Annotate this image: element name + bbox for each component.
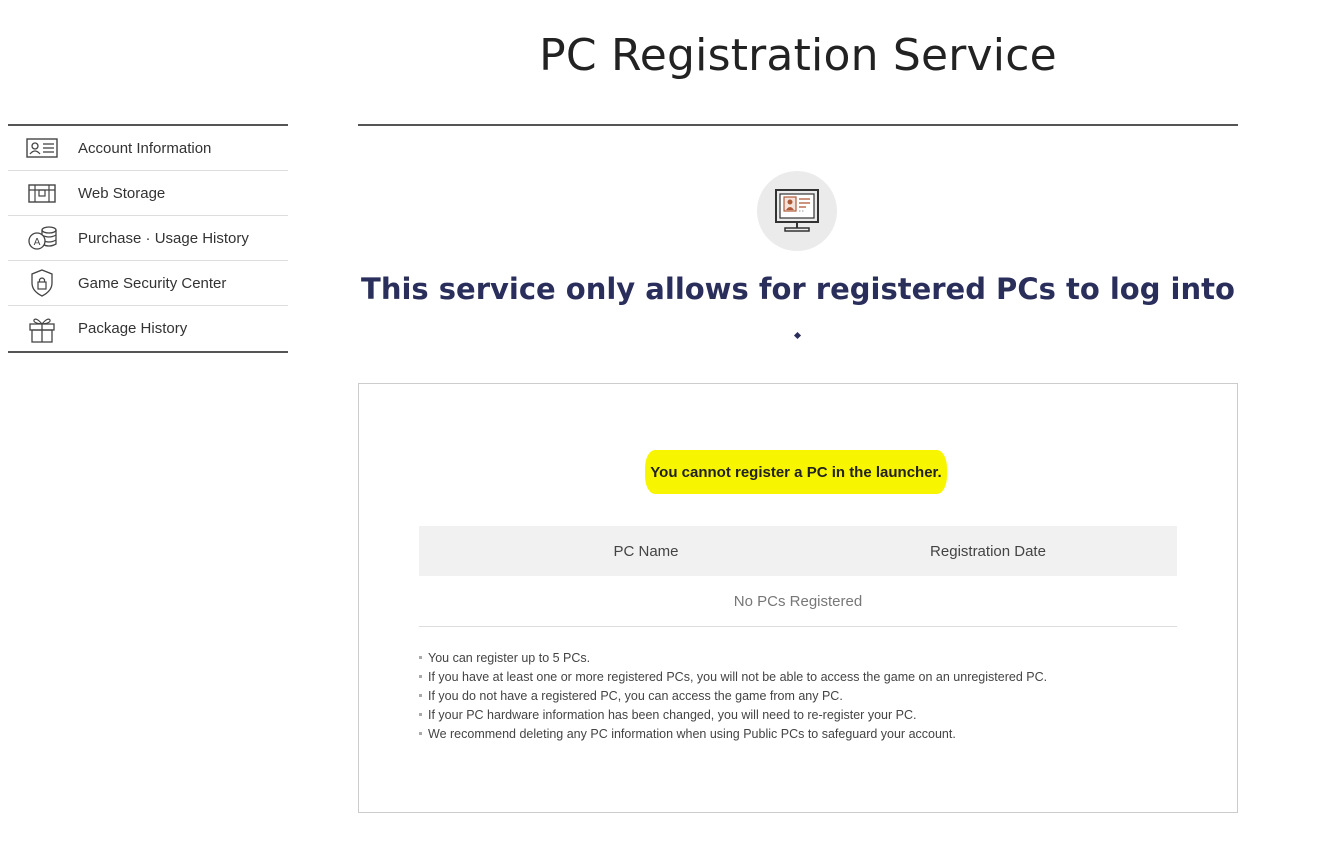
- sidebar-item-label: Purchase · Usage History: [78, 229, 249, 247]
- sidebar-item-label: Game Security Center: [78, 274, 227, 292]
- launcher-notice-text: You cannot register a PC in the launcher…: [650, 463, 942, 481]
- registration-panel: You cannot register a PC in the launcher…: [358, 383, 1238, 813]
- gift-icon: [24, 314, 60, 344]
- list-item: If you have at least one or more registe…: [418, 668, 1198, 687]
- sidebar-item-label: Package History: [78, 320, 188, 337]
- id-card-icon: [24, 133, 60, 163]
- svg-text:A: A: [34, 237, 41, 248]
- list-item: You can register up to 5 PCs.: [418, 649, 1198, 668]
- registered-pc-table: PC Name Registration Date No PCs Registe…: [419, 526, 1177, 627]
- column-pc-name: PC Name: [613, 542, 679, 560]
- storage-chest-icon: [24, 178, 60, 208]
- sidebar-item-account-information[interactable]: Account Information: [8, 126, 288, 171]
- page-title: PC Registration Service: [539, 30, 1057, 81]
- sidebar: Account Information Web Storage A Purcha…: [8, 124, 288, 353]
- sidebar-item-package-history[interactable]: Package History: [8, 306, 288, 351]
- list-item: If your PC hardware information has been…: [418, 706, 1198, 725]
- header-divider: [358, 124, 1238, 126]
- pc-monitor-icon: [757, 171, 837, 251]
- list-item: If you do not have a registered PC, you …: [418, 687, 1198, 706]
- table-empty-row: No PCs Registered: [419, 576, 1177, 627]
- sidebar-item-web-storage[interactable]: Web Storage: [8, 171, 288, 216]
- column-registration-date: Registration Date: [930, 542, 1046, 560]
- sidebar-item-label: Web Storage: [78, 184, 166, 202]
- sidebar-item-label: Account Information: [78, 139, 212, 157]
- list-item: We recommend deleting any PC information…: [418, 725, 1198, 744]
- subtitle-dot: [793, 331, 802, 340]
- shield-lock-icon: [24, 268, 60, 298]
- table-header: PC Name Registration Date: [419, 526, 1177, 576]
- service-subtitle: This service only allows for registered …: [361, 272, 1235, 306]
- notes-list: You can register up to 5 PCs. If you hav…: [418, 649, 1198, 744]
- sidebar-item-game-security-center[interactable]: Game Security Center: [8, 261, 288, 306]
- sidebar-item-purchase-usage-history[interactable]: A Purchase · Usage History: [8, 216, 288, 261]
- launcher-notice: You cannot register a PC in the launcher…: [645, 450, 947, 494]
- coins-icon: A: [24, 223, 60, 253]
